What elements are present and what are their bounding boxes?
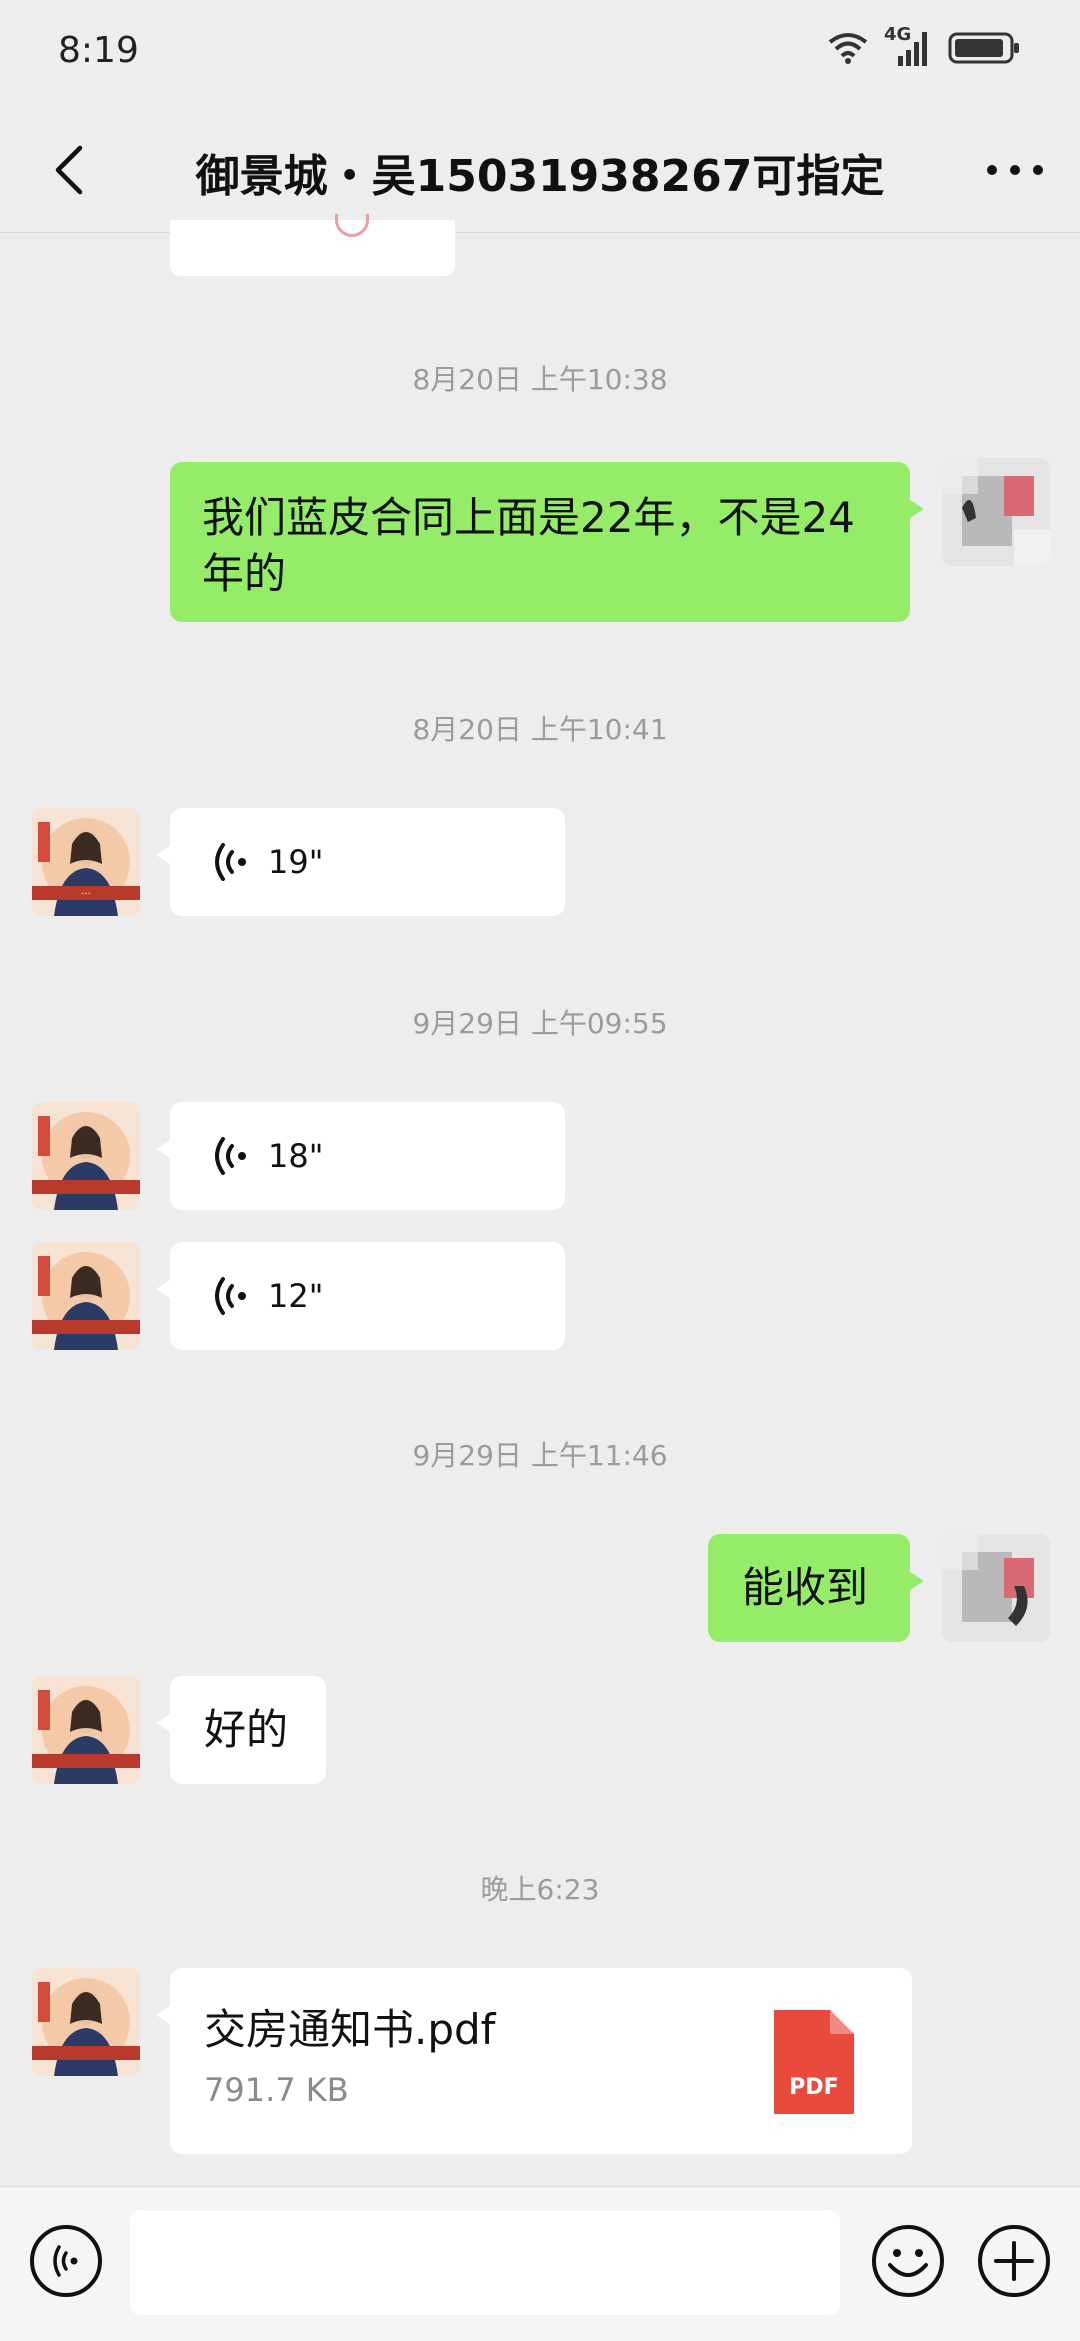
previous-message-card[interactable] bbox=[170, 214, 455, 276]
chat-header: 御景城・吴15031938267可指定 bbox=[0, 110, 1080, 233]
voice-wave-icon bbox=[215, 1137, 246, 1175]
battery-icon bbox=[948, 32, 1019, 64]
voice-wave-icon bbox=[215, 1277, 246, 1315]
voice-duration: 12" bbox=[268, 1277, 324, 1315]
voice-duration: 19" bbox=[268, 843, 324, 881]
my-avatar[interactable] bbox=[942, 458, 1050, 566]
contact-avatar[interactable] bbox=[32, 1102, 140, 1210]
file-message-card[interactable]: 交房通知书.pdf 791.7 KB PDF bbox=[156, 1968, 912, 2154]
received-message-bubble[interactable]: 好的 bbox=[156, 1676, 326, 1784]
timestamp: 晚上6:23 bbox=[480, 1873, 600, 1906]
voice-duration: 18" bbox=[268, 1137, 324, 1175]
voice-message-bubble[interactable]: 12" bbox=[156, 1242, 565, 1350]
message-text: 好的 bbox=[204, 1705, 289, 1754]
message-text: 能收到 bbox=[742, 1563, 869, 1612]
sent-message-bubble[interactable]: 能收到 bbox=[708, 1534, 924, 1642]
more-dots-icon[interactable] bbox=[980, 138, 1050, 202]
status-icons: 4G bbox=[826, 24, 1022, 68]
voice-icon[interactable] bbox=[28, 2223, 104, 2299]
voice-message-bubble[interactable]: 18" bbox=[156, 1102, 565, 1210]
seal-fragment bbox=[335, 214, 369, 237]
file-size: 791.7 KB bbox=[204, 2071, 349, 2109]
status-time: 8:19 bbox=[58, 30, 139, 71]
timestamp: 8月20日 上午10:41 bbox=[412, 713, 668, 746]
voice-wave-icon bbox=[215, 843, 246, 881]
pdf-badge-label: PDF bbox=[789, 2075, 839, 2100]
contact-avatar[interactable] bbox=[32, 1676, 140, 1784]
emoji-icon[interactable] bbox=[870, 2223, 946, 2299]
contact-avatar[interactable] bbox=[32, 1242, 140, 1350]
voice-message-bubble[interactable]: 19" bbox=[156, 808, 565, 916]
signal-icon: 4G bbox=[884, 24, 934, 68]
input-toolbar bbox=[0, 2186, 1080, 2341]
contact-avatar[interactable] bbox=[32, 1968, 140, 2076]
timestamp: 9月29日 上午09:55 bbox=[412, 1007, 668, 1040]
pdf-file-icon: PDF bbox=[774, 2010, 854, 2114]
timestamp: 8月20日 上午10:38 bbox=[412, 363, 668, 396]
plus-icon[interactable] bbox=[976, 2223, 1052, 2299]
status-bar: 8:19 4G bbox=[0, 0, 1080, 110]
wifi-icon bbox=[828, 33, 868, 64]
my-avatar[interactable] bbox=[942, 1534, 1050, 1642]
chat-title: 御景城・吴15031938267可指定 bbox=[195, 151, 885, 202]
contact-avatar[interactable]: ··· bbox=[32, 808, 140, 916]
message-input[interactable] bbox=[130, 2211, 840, 2315]
svg-text:···: ··· bbox=[81, 889, 91, 900]
file-name: 交房通知书.pdf bbox=[204, 2005, 496, 2054]
message-text: 我们蓝皮合同上面是22年，不是24年的 bbox=[202, 493, 855, 598]
timestamp: 9月29日 上午11:46 bbox=[412, 1439, 668, 1472]
sent-message-bubble[interactable]: 我们蓝皮合同上面是22年，不是24年的 bbox=[170, 462, 924, 622]
